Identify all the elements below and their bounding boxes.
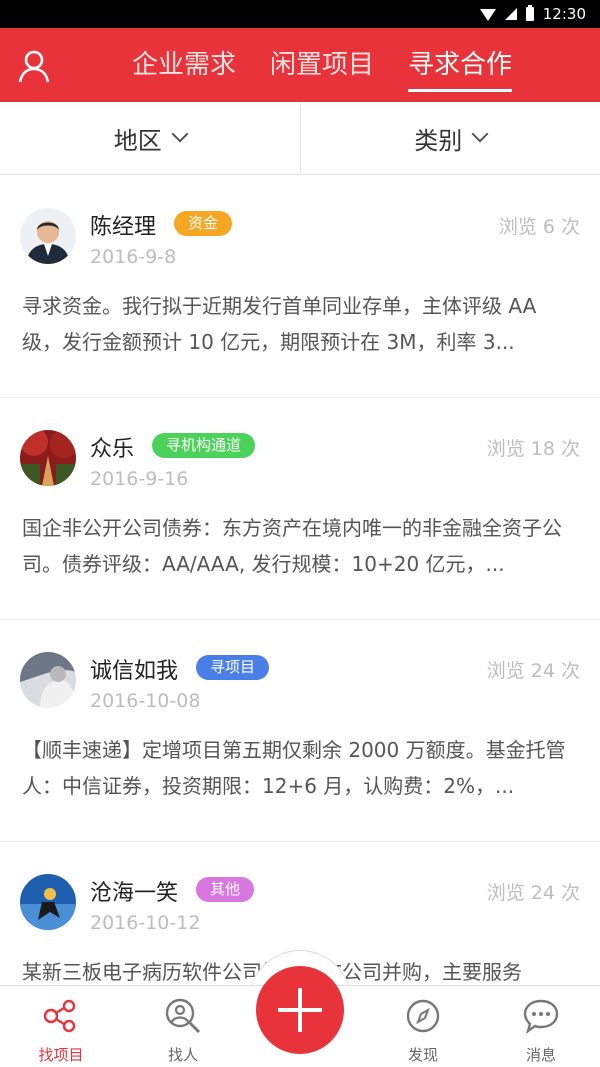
nav-discover-label: 发现 <box>407 1046 438 1064</box>
post-date: 2016-9-8 <box>90 246 177 268</box>
chevron-down-icon <box>171 125 189 143</box>
status-bar: 12:30 <box>0 0 600 28</box>
category-filter-label: 类别 <box>414 126 463 155</box>
list-item[interactable]: 诚信如我 寻项目 浏览 24 次 2016-10-08 【顺丰速递】定增项目第五… <box>0 620 600 842</box>
post-description: 国企非公开公司债券：东方资产在境内唯一的非金融全资子公司。债券评级：AA/AAA… <box>22 516 562 576</box>
poster-name: 沧海一笑 <box>90 881 179 906</box>
post-list: 陈经理 资金 浏览 6 次 2016-9-8 寻求资金。我行拟于近期发行首单同业… <box>0 176 600 1064</box>
avatar[interactable] <box>20 874 76 930</box>
region-filter[interactable]: 地区 <box>0 102 301 174</box>
compass-icon <box>406 999 440 1033</box>
category-filter[interactable]: 类别 <box>301 102 600 174</box>
user-icon <box>18 50 50 83</box>
list-item[interactable]: 众乐 寻机构通道 浏览 18 次 2016-9-16 国企非公开公司债券：东方资… <box>0 398 600 620</box>
search-person-icon <box>165 998 201 1034</box>
tab-enterprise-demand[interactable]: 企业需求 <box>132 28 236 102</box>
post-description: 寻求资金。我行拟于近期发行首单同业存单，主体评级 AA 级，发行金额预计 10 … <box>22 294 537 354</box>
category-tag: 寻机构通道 <box>152 433 256 458</box>
user-profile-button[interactable] <box>16 48 52 84</box>
view-count: 浏览 24 次 <box>486 882 580 904</box>
post-date: 2016-10-12 <box>90 912 201 934</box>
chevron-down-icon <box>471 125 489 143</box>
signal-icon <box>504 8 517 20</box>
network-icon <box>43 999 76 1033</box>
list-item[interactable]: 陈经理 资金 浏览 6 次 2016-9-8 寻求资金。我行拟于近期发行首单同业… <box>0 176 600 398</box>
poster-name: 诚信如我 <box>90 659 179 684</box>
view-count: 浏览 18 次 <box>486 438 580 460</box>
poster-name: 陈经理 <box>90 215 157 240</box>
avatar[interactable] <box>20 652 76 708</box>
tab-idle-projects[interactable]: 闲置项目 <box>270 28 374 102</box>
post-date: 2016-9-16 <box>90 468 189 490</box>
post-description: 【顺丰速递】定增项目第五期仅剩余 2000 万额度。基金托管人：中信证券，投资期… <box>22 738 566 798</box>
filter-bar: 地区 类别 <box>0 102 600 175</box>
wifi-icon <box>479 9 496 21</box>
status-time: 12:30 <box>542 5 586 23</box>
category-tag: 寻项目 <box>196 655 270 680</box>
nav-find-people-label: 找人 <box>167 1046 198 1064</box>
chat-bubble-icon <box>523 999 559 1034</box>
category-tabs: 企业需求 闲置项目 寻求合作 <box>132 28 513 102</box>
nav-discover[interactable]: 发现 <box>378 996 468 1065</box>
nav-messages-label: 消息 <box>525 1046 556 1064</box>
add-post-button[interactable] <box>256 966 344 1054</box>
battery-icon <box>525 5 534 21</box>
view-count: 浏览 24 次 <box>486 660 580 682</box>
avatar[interactable] <box>20 208 76 264</box>
post-date: 2016-10-08 <box>90 690 201 712</box>
avatar[interactable] <box>20 430 76 486</box>
poster-name: 众乐 <box>90 437 135 462</box>
category-tag: 资金 <box>174 211 233 236</box>
nav-find-project[interactable]: 找项目 <box>16 996 106 1065</box>
view-count: 浏览 6 次 <box>498 216 580 238</box>
category-tag: 其他 <box>196 877 255 902</box>
top-header: 企业需求 闲置项目 寻求合作 <box>0 28 600 102</box>
tab-seek-cooperation[interactable]: 寻求合作 <box>408 28 513 102</box>
region-filter-label: 地区 <box>113 126 162 155</box>
nav-messages[interactable]: 消息 <box>496 996 586 1065</box>
nav-find-people[interactable]: 找人 <box>138 996 228 1065</box>
nav-find-project-label: 找项目 <box>38 1046 84 1064</box>
